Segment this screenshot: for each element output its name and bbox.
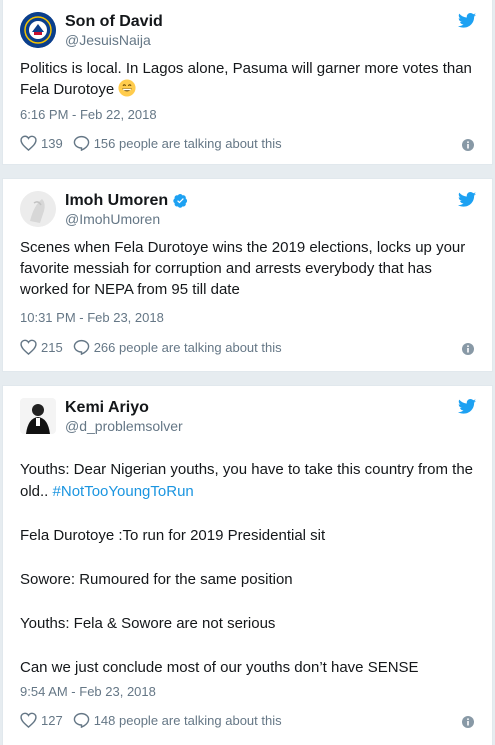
avatar[interactable] — [20, 398, 56, 434]
grinning-face-emoji-icon — [118, 79, 136, 97]
tweet-paragraph: Can we just conclude most of our youths … — [20, 659, 419, 676]
tweet-paragraph: Fela Durotoye :To run for 2019 President… — [20, 527, 326, 544]
info-icon[interactable] — [462, 716, 474, 728]
display-name[interactable]: Imoh Umoren — [65, 191, 168, 210]
hashtag-link[interactable]: #NotTooYoungToRun — [53, 483, 194, 500]
timestamp[interactable]: 10:31 PM - Feb 23, 2018 — [20, 310, 164, 325]
display-name[interactable]: Son of David — [65, 12, 163, 31]
talking-count[interactable]: 266 people are talking about this — [94, 340, 282, 355]
twitter-bird-icon[interactable] — [458, 192, 476, 207]
user-handle[interactable]: @JesuisNaija — [65, 31, 151, 49]
tweet-card[interactable]: Imoh Umoren @ImohUmoren Scenes when Fela… — [2, 178, 493, 372]
tweet-card[interactable]: Kemi Ariyo @d_problemsolver Youths: Dear… — [2, 385, 493, 745]
like-count[interactable]: 139 — [41, 136, 63, 151]
reply-bubble-icon[interactable] — [73, 339, 90, 355]
tweet-actions: 215 266 people are talking about this — [20, 339, 282, 355]
timestamp[interactable]: 9:54 AM - Feb 23, 2018 — [20, 684, 156, 699]
avatar[interactable] — [20, 12, 56, 48]
tweet-card[interactable]: Son of David @JesuisNaija Politics is lo… — [2, 0, 493, 165]
tweet-text: Scenes when Fela Durotoye wins the 2019 … — [20, 239, 470, 298]
reply-bubble-icon[interactable] — [73, 712, 90, 728]
display-name[interactable]: Kemi Ariyo — [65, 398, 149, 417]
reply-bubble-icon[interactable] — [73, 135, 90, 151]
heart-icon[interactable] — [20, 339, 37, 355]
timestamp[interactable]: 6:16 PM - Feb 22, 2018 — [20, 107, 157, 122]
talking-count[interactable]: 156 people are talking about this — [94, 136, 282, 151]
avatar[interactable] — [20, 191, 56, 227]
info-icon[interactable] — [462, 343, 474, 355]
tweet-paragraph: Sowore: Rumoured for the same position — [20, 571, 293, 588]
tweet-paragraph: Youths: Dear Nigerian youths, you have t… — [20, 459, 476, 503]
tweet-actions: 127 148 people are talking about this — [20, 712, 282, 728]
like-count[interactable]: 215 — [41, 340, 63, 355]
tweet-text: Youths: Dear Nigerian youths, you have t… — [20, 459, 476, 679]
talking-count[interactable]: 148 people are talking about this — [94, 713, 282, 728]
user-handle[interactable]: @ImohUmoren — [65, 210, 160, 228]
tweet-text-body: Politics is local. In Lagos alone, Pasum… — [20, 60, 477, 98]
twitter-bird-icon[interactable] — [458, 399, 476, 414]
tweet-text: Politics is local. In Lagos alone, Pasum… — [20, 58, 476, 100]
twitter-bird-icon[interactable] — [458, 13, 476, 28]
tweet-actions: 139 156 people are talking about this — [20, 135, 282, 151]
verified-badge-icon — [173, 193, 188, 208]
like-count[interactable]: 127 — [41, 713, 63, 728]
info-icon[interactable] — [462, 139, 474, 151]
tweet-paragraph: Youths: Fela & Sowore are not serious — [20, 615, 276, 632]
heart-icon[interactable] — [20, 712, 37, 728]
user-handle[interactable]: @d_problemsolver — [65, 417, 183, 435]
heart-icon[interactable] — [20, 135, 37, 151]
